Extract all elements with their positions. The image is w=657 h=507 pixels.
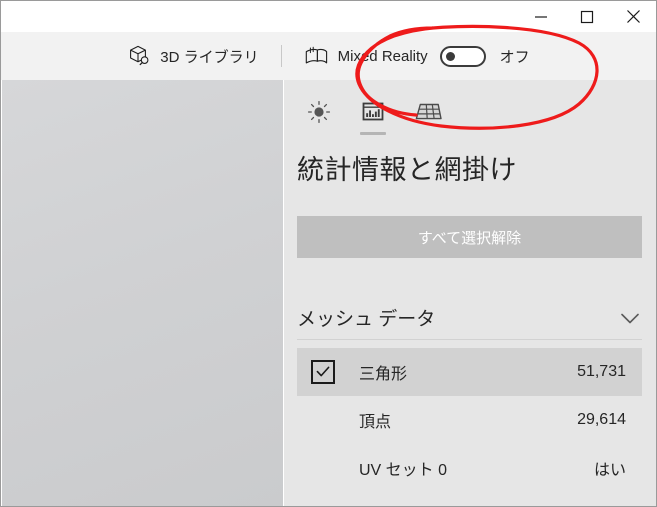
command-bar-separator [280, 45, 282, 67]
vertices-checkbox-placeholder [311, 408, 335, 432]
row-value: はい [593, 462, 626, 479]
3d-cube-search-icon [127, 44, 151, 68]
mesh-data-section-header[interactable]: メッシュ データ [297, 296, 642, 340]
toggle-knob [445, 51, 455, 61]
command-bar: 3D ライブラリ Mixed Reality オフ [1, 32, 656, 80]
grid-mesh-icon [412, 99, 442, 130]
mesh-data-rows: 三角形 51,731 頂点 29,614 UV セット 0 はい [297, 348, 642, 492]
mixed-reality-toggle[interactable] [439, 45, 486, 67]
minimize-button[interactable] [518, 1, 564, 32]
panel-tab-strip [284, 92, 656, 136]
chevron-down-icon[interactable] [618, 306, 642, 330]
mixed-reality-icon [304, 45, 329, 67]
close-button[interactable] [610, 1, 656, 32]
close-icon [626, 9, 641, 24]
mesh-data-label: メッシュ データ [297, 309, 436, 330]
deselect-all-button[interactable]: すべて選択解除 [297, 216, 642, 258]
triangles-checkbox[interactable] [311, 360, 335, 384]
app-window: 3D ライブラリ Mixed Reality オフ 統計情報と網掛け すべて選択… [0, 0, 657, 507]
uvset0-checkbox-placeholder [311, 456, 335, 480]
row-label: 三角形 [359, 366, 408, 383]
tab-mesh-grid[interactable] [400, 92, 454, 136]
3d-viewport[interactable] [2, 80, 283, 506]
minimize-icon [534, 10, 548, 24]
bar-chart-statistics-icon [360, 99, 386, 130]
mixed-reality-toggle-state-label: オフ [499, 48, 530, 66]
table-row[interactable]: 三角形 51,731 [297, 348, 642, 396]
page-title: 統計情報と網掛け [297, 155, 517, 185]
tab-statistics[interactable] [346, 92, 400, 136]
maximize-button[interactable] [564, 1, 610, 32]
row-value: 29,614 [577, 411, 626, 428]
row-label: UV セット 0 [359, 462, 448, 479]
tab-lighting[interactable] [292, 92, 346, 136]
maximize-icon [580, 10, 594, 24]
sun-brightness-icon [306, 99, 332, 130]
title-bar [1, 1, 656, 32]
row-value: 51,731 [577, 363, 626, 380]
3d-library-button[interactable]: 3D ライブラリ [115, 32, 270, 80]
mixed-reality-label: Mixed Reality [337, 47, 428, 65]
tab-selected-indicator [360, 132, 386, 135]
3d-library-label: 3D ライブラリ [160, 48, 259, 66]
table-row[interactable]: UV セット 0 はい [297, 444, 642, 492]
table-row[interactable]: 頂点 29,614 [297, 396, 642, 444]
properties-panel: 統計情報と網掛け すべて選択解除 メッシュ データ 三角形 51,731 頂点 … [284, 80, 656, 506]
row-label: 頂点 [359, 414, 392, 431]
mixed-reality-button[interactable]: Mixed Reality オフ [292, 32, 542, 80]
